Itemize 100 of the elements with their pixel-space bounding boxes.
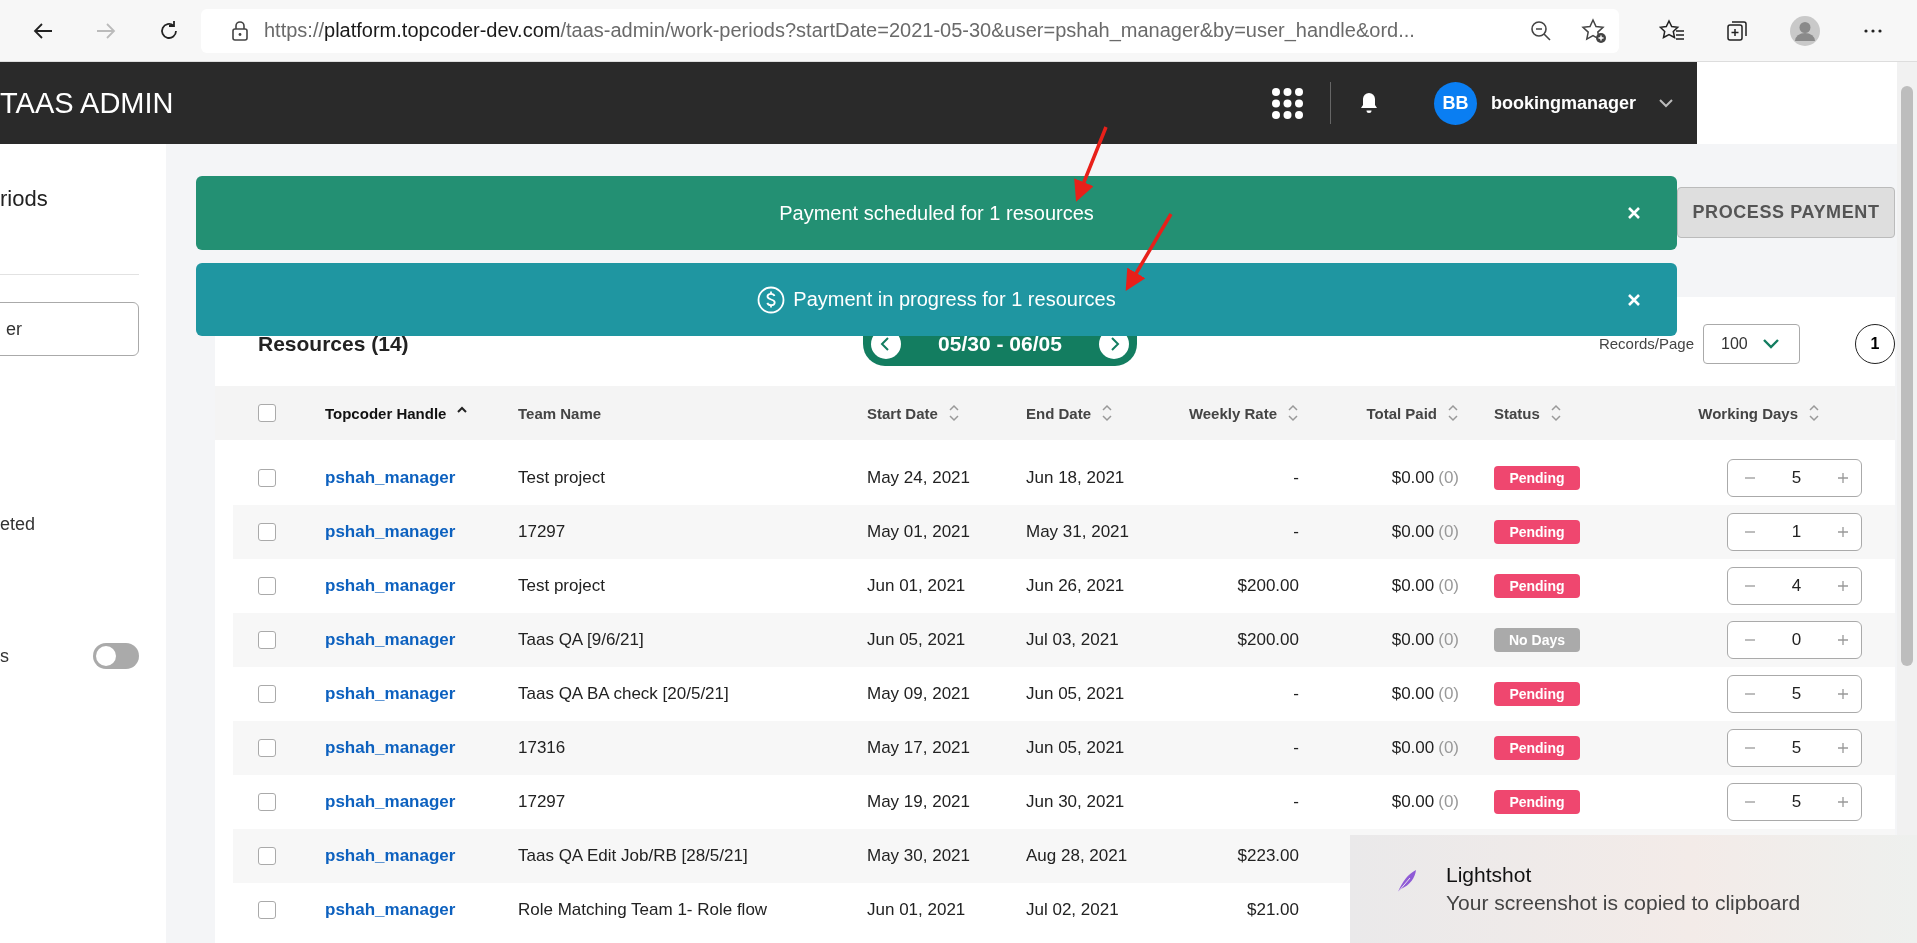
checkbox[interactable] [258, 901, 276, 919]
checkbox[interactable] [258, 847, 276, 865]
checkbox[interactable] [258, 577, 276, 595]
chevron-down-icon [1762, 338, 1780, 349]
total-paid: $0.00 [1391, 684, 1435, 704]
column-header[interactable]: Total Paid [1366, 404, 1437, 422]
favorites-icon[interactable] [1659, 18, 1685, 43]
start-date: May 09, 2021 [867, 684, 970, 704]
user-handle-link[interactable]: pshah_manager [325, 792, 456, 812]
user-name[interactable]: bookingmanager [1490, 92, 1636, 114]
weekly-rate: $223.00 [1237, 846, 1299, 866]
checkbox[interactable] [258, 523, 276, 541]
filter-label: eted [0, 514, 37, 535]
checkbox[interactable] [258, 631, 276, 649]
team-name: Test project [518, 576, 605, 596]
status-badge: Pending [1494, 682, 1580, 706]
column-header[interactable]: Team Name [518, 404, 602, 422]
user-handle-link[interactable]: pshah_manager [325, 900, 456, 920]
end-date: Jun 18, 2021 [1026, 468, 1125, 488]
records-label: Records/Page [1598, 335, 1694, 352]
column-header[interactable]: Start Date [867, 404, 938, 422]
plus-icon[interactable] [1837, 742, 1849, 754]
process-payment-button[interactable]: PROCESS PAYMENT [1677, 187, 1895, 238]
team-name: 17316 [518, 738, 566, 758]
user-handle-link[interactable]: pshah_manager [325, 576, 456, 596]
records-dropdown[interactable]: 100 [1703, 323, 1800, 364]
notification-message: Payment scheduled for 1 resources [779, 201, 1094, 225]
caret-icon[interactable] [1658, 98, 1674, 108]
sort-icon[interactable] [1101, 404, 1113, 422]
payment-count: (0) [1438, 684, 1459, 704]
plus-icon[interactable] [1837, 472, 1849, 484]
sort-icon[interactable] [1808, 404, 1820, 422]
search-field[interactable]: er [0, 302, 139, 356]
scrollbar-thumb[interactable] [1901, 86, 1913, 666]
column-header[interactable]: End Date [1026, 404, 1091, 422]
end-date: Jun 05, 2021 [1026, 684, 1125, 704]
avatar[interactable]: BB [1433, 81, 1477, 125]
sort-icon[interactable] [947, 404, 960, 422]
sort-icon[interactable] [1549, 404, 1562, 422]
working-days-stepper[interactable]: 5 [1727, 729, 1862, 767]
plus-icon[interactable] [1837, 796, 1849, 808]
total-paid: $0.00 [1391, 630, 1435, 650]
weekly-rate: $21.00 [1247, 900, 1299, 920]
status-badge: No Days [1494, 628, 1580, 652]
checkbox[interactable] [258, 469, 276, 487]
user-handle-link[interactable]: pshah_manager [325, 630, 456, 650]
user-handle-link[interactable]: pshah_manager [325, 468, 456, 488]
team-name: Taas QA BA check [20/5/21] [518, 684, 729, 704]
zoom-out-icon[interactable] [1529, 18, 1553, 43]
dollar-icon [757, 285, 786, 314]
team-name: 17297 [518, 522, 566, 542]
start-date: May 17, 2021 [867, 738, 970, 758]
checkbox[interactable] [258, 404, 276, 422]
working-days-stepper[interactable]: 5 [1727, 783, 1862, 821]
profile-icon[interactable] [1789, 14, 1821, 47]
plus-icon[interactable] [1837, 688, 1849, 700]
plus-icon[interactable] [1837, 580, 1849, 592]
payment-count: (0) [1438, 576, 1459, 596]
apps-grid-icon[interactable] [1270, 86, 1304, 120]
payment-count: (0) [1438, 522, 1459, 542]
working-days-stepper[interactable]: 1 [1727, 513, 1862, 551]
toggle-switch[interactable] [93, 643, 139, 669]
column-header[interactable]: Topcoder Handle [325, 404, 447, 422]
sort-icon[interactable] [1447, 404, 1459, 422]
working-days-stepper[interactable]: 5 [1727, 675, 1862, 713]
team-name: Taas QA [9/6/21] [518, 630, 644, 650]
user-handle-link[interactable]: pshah_manager [325, 684, 456, 704]
user-handle-link[interactable]: pshah_manager [325, 846, 456, 866]
status-badge: Pending [1494, 574, 1580, 598]
address-bar[interactable]: https://platform.topcoder-dev.com/taas-admin/work-periods?startDate=2021-05-30&user=pshah_manager&by=user_handle&ord... [201, 8, 1619, 53]
working-days-stepper[interactable]: 5 [1727, 459, 1862, 497]
working-days-stepper[interactable]: 0 [1727, 621, 1862, 659]
weekly-rate: - [1293, 684, 1299, 704]
column-header[interactable]: Status [1494, 404, 1540, 422]
user-handle-link[interactable]: pshah_manager [325, 738, 456, 758]
plus-icon[interactable] [1837, 526, 1849, 538]
checkbox[interactable] [258, 685, 276, 703]
notification-toast[interactable]: Lightshot Your screenshot is copied to clipboard [1350, 835, 1917, 943]
end-date: Jun 26, 2021 [1026, 576, 1125, 596]
team-name: Role Matching Team 1- Role flow [518, 900, 768, 920]
close-icon[interactable] [1627, 293, 1641, 307]
working-days-stepper[interactable]: 4 [1727, 567, 1862, 605]
column-header[interactable]: Weekly Rate [1188, 404, 1277, 422]
page-title: riods [0, 186, 49, 212]
add-favorite-icon[interactable] [1581, 17, 1607, 44]
start-date: May 01, 2021 [867, 522, 970, 542]
team-name: Test project [518, 468, 605, 488]
user-handle-link[interactable]: pshah_manager [325, 522, 456, 542]
total-paid: $0.00 [1391, 522, 1435, 542]
start-date: May 19, 2021 [867, 792, 970, 812]
total-paid: $0.00 [1391, 468, 1435, 488]
checkbox[interactable] [258, 739, 276, 757]
sort-icon[interactable] [1287, 404, 1299, 422]
toast-title: Lightshot [1446, 863, 1533, 887]
checkbox[interactable] [258, 793, 276, 811]
payment-count: (0) [1438, 630, 1459, 650]
collections-icon[interactable] [1725, 18, 1749, 43]
column-header[interactable]: Working Days [1698, 404, 1798, 422]
plus-icon[interactable] [1837, 634, 1849, 646]
close-icon[interactable] [1627, 206, 1641, 220]
